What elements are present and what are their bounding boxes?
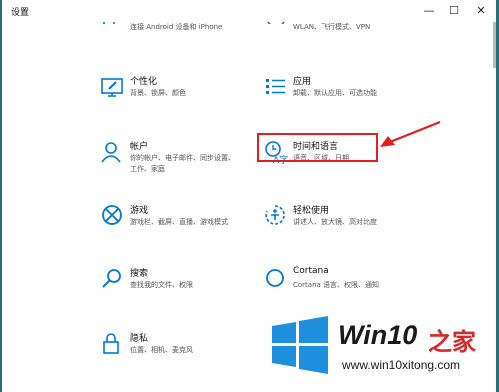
personalization-icon <box>100 74 126 100</box>
highlight-box <box>257 133 378 162</box>
scrollbar-thumb[interactable] <box>493 22 496 68</box>
item-desc: 背景、锁屏、颜色 <box>130 89 186 97</box>
cortana-icon <box>263 266 289 292</box>
item-desc: 卸载、默认应用、可选功能 <box>293 89 377 97</box>
window-title: 设置 <box>11 8 30 18</box>
item-title: 帐户 <box>130 142 149 152</box>
search-icon <box>100 266 126 292</box>
lock-icon <box>100 331 126 357</box>
windows-logo-icon <box>272 316 328 374</box>
item-desc: 位置、相机、麦克风 <box>130 346 193 354</box>
watermark-url: www.win10xitong.com <box>342 358 461 372</box>
account-icon <box>100 139 126 165</box>
phone-desc: 连接 Android 设备和 iPhone <box>130 23 223 31</box>
title-bar: 设置 — ☐ ✕ <box>2 0 496 22</box>
item-desc-line1: 你的帐户、电子邮件、同步设置、 <box>130 154 235 162</box>
item-desc: 游戏栏、截屏、直播、游戏模式 <box>130 218 228 226</box>
apps-icon <box>263 74 289 100</box>
maximize-button[interactable]: ☐ <box>441 2 467 20</box>
item-title: 游戏 <box>130 206 149 216</box>
arrow-annotation <box>380 120 441 147</box>
item-title: 应用 <box>293 77 312 87</box>
item-title: 轻松使用 <box>293 206 330 216</box>
globe-icon <box>263 14 289 24</box>
item-title: 搜索 <box>130 269 149 279</box>
ease-of-access-icon <box>263 203 289 229</box>
item-desc: Cortana 语言、权限、通知 <box>293 281 380 289</box>
item-desc: 讲述人、放大镜、高对比度 <box>293 218 377 226</box>
xbox-icon <box>100 203 126 229</box>
watermark: Win10 之家 www.win10xitong.com <box>268 310 499 392</box>
item-desc-line2: 工作、家庭 <box>130 165 165 173</box>
phone-icon <box>100 14 126 24</box>
item-title: 个性化 <box>130 77 158 87</box>
network-desc: WLAN、飞行模式、VPN <box>293 23 371 31</box>
watermark-brand-suffix: 之家 <box>428 328 476 356</box>
item-desc: 查找我的文件、权限 <box>130 281 193 289</box>
close-button[interactable]: ✕ <box>468 2 494 20</box>
minimize-button[interactable]: — <box>416 2 442 20</box>
item-title: 隐私 <box>130 334 149 344</box>
watermark-brand: Win10 <box>338 320 418 350</box>
window-frame-left <box>0 0 2 392</box>
item-title: Cortana <box>293 266 329 276</box>
